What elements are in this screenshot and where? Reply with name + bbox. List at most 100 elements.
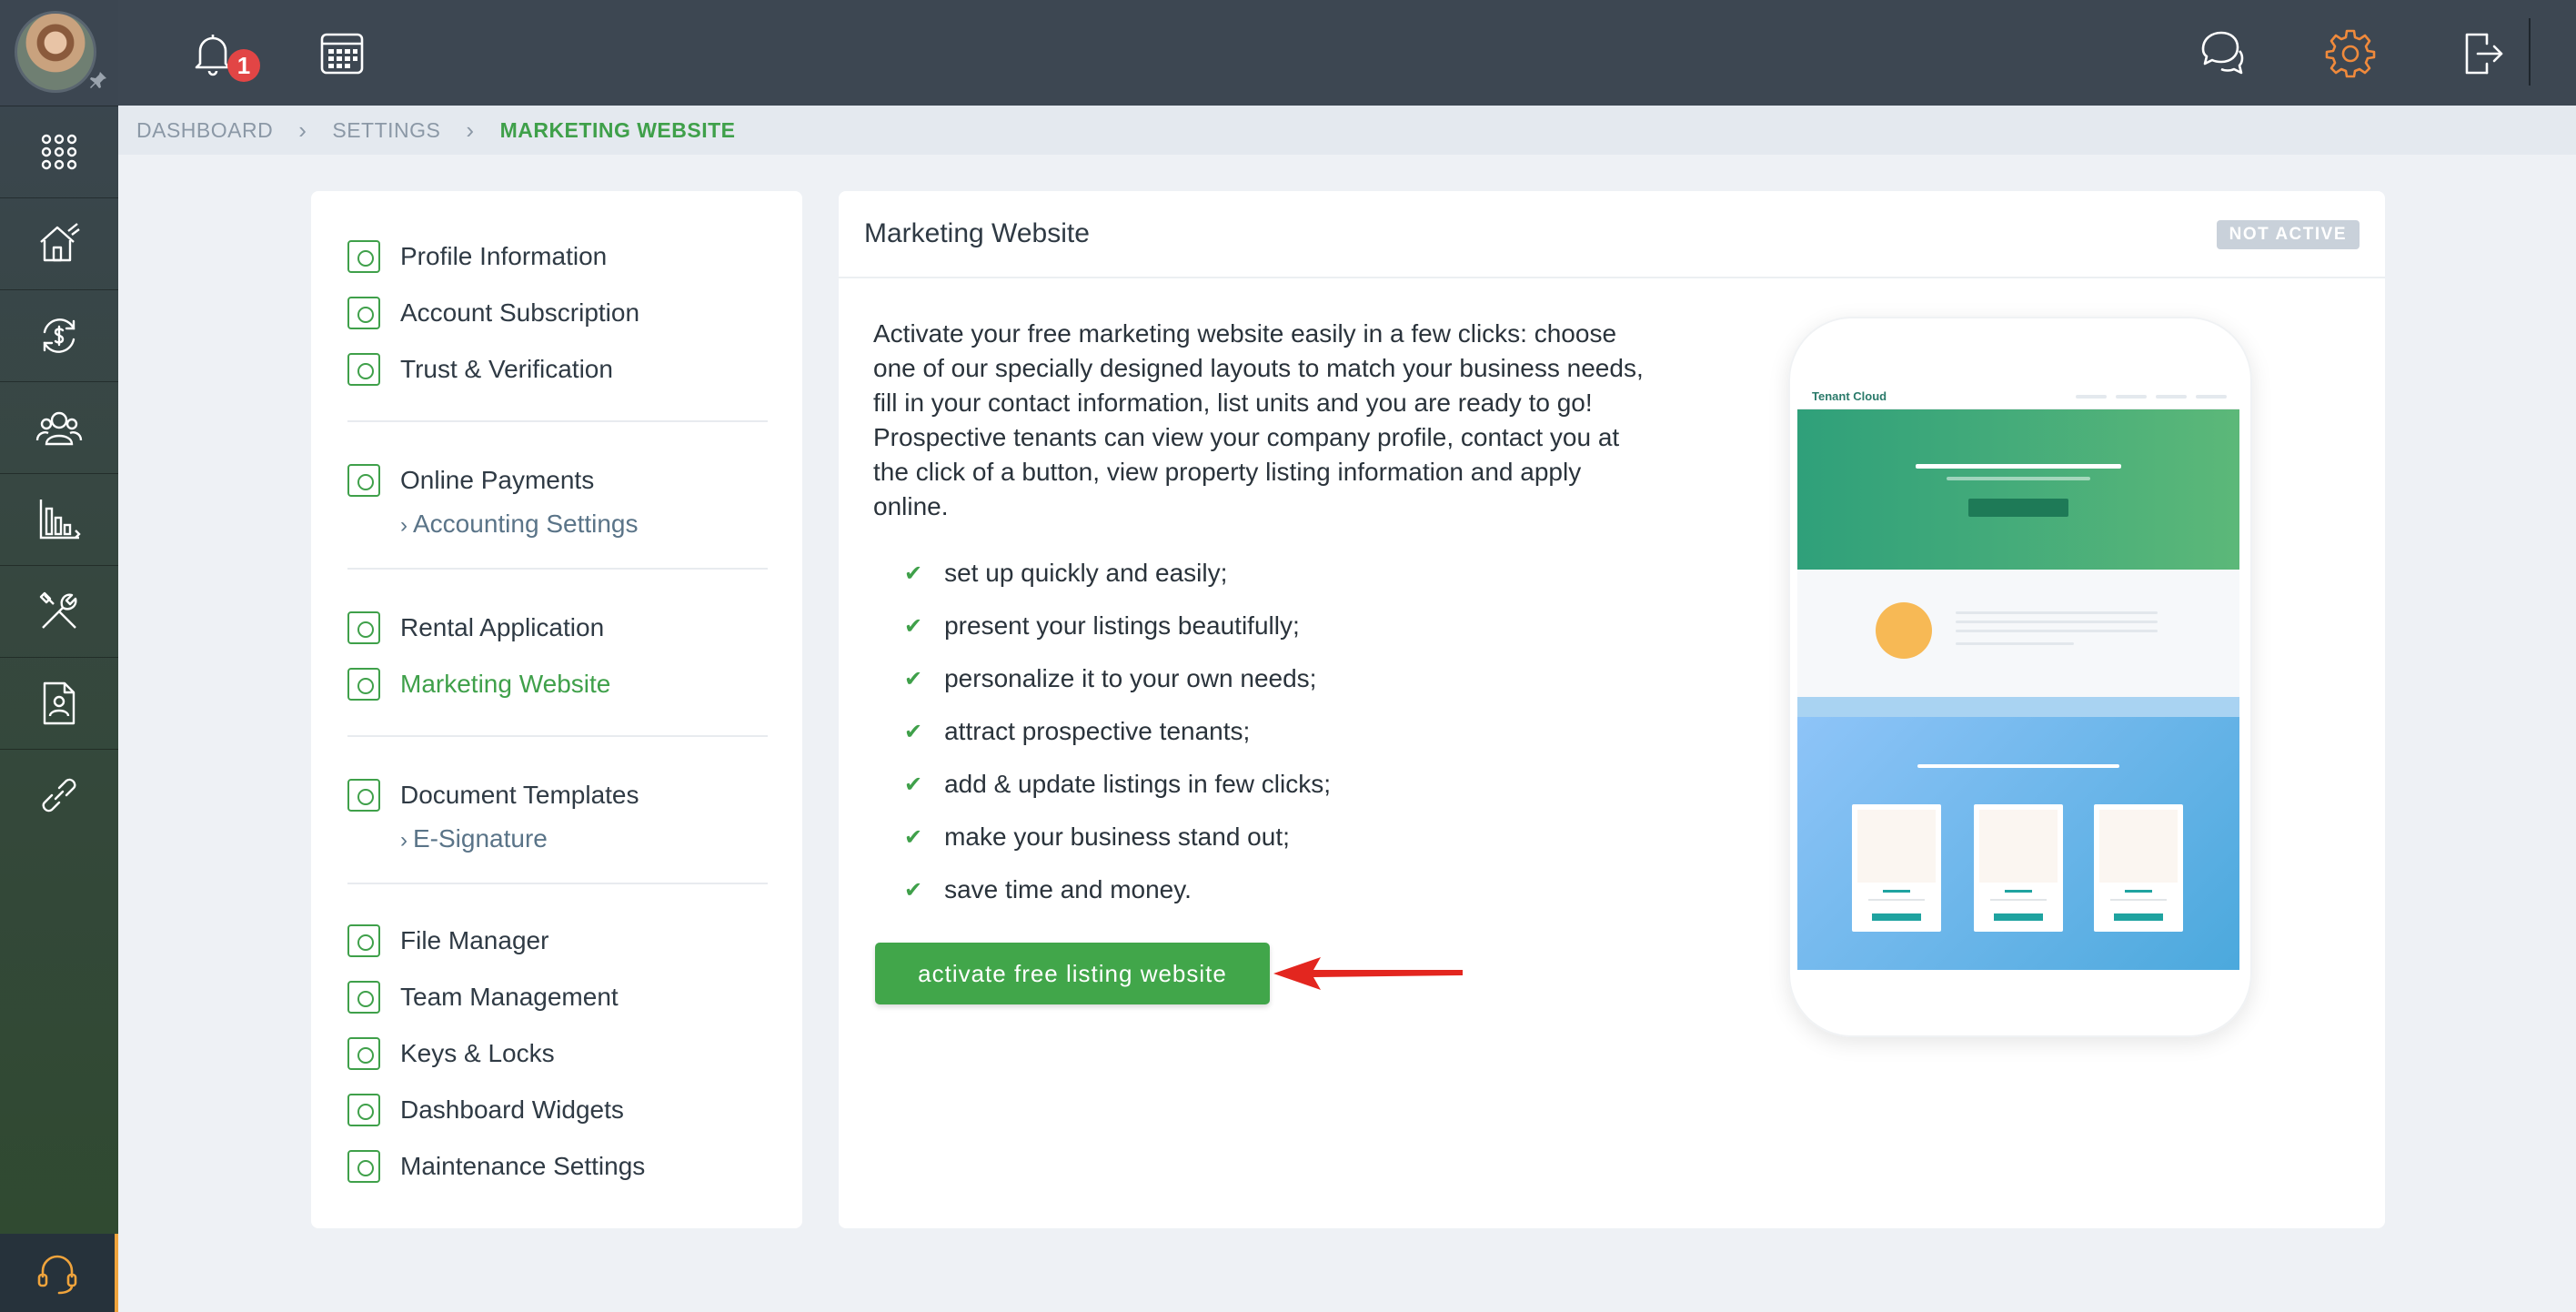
preview-listing-card — [2094, 804, 2183, 932]
left-rail — [0, 0, 118, 1312]
feature-item: ✔ personalize it to your own needs; — [904, 664, 1316, 693]
menu-item-account-subscription[interactable]: Account Subscription — [347, 293, 639, 333]
folder-icon — [347, 924, 380, 957]
feature-item: ✔ save time and money. — [904, 875, 1192, 904]
headset-icon — [37, 1255, 77, 1295]
website-preview-phone: Tenant Cloud — [1788, 317, 2252, 1037]
documents-icon[interactable] — [0, 657, 118, 749]
settings-menu: Profile Information Account Subscription… — [311, 191, 802, 1228]
menu-item-document-templates[interactable]: Document Templates — [347, 775, 639, 815]
chat-button[interactable] — [2194, 24, 2252, 82]
preview-navbar: Tenant Cloud — [1797, 382, 2239, 409]
topbar-divider — [2529, 18, 2531, 86]
maintenance-settings-icon — [347, 1150, 380, 1183]
document-icon — [347, 779, 380, 812]
profile-icon — [347, 240, 380, 273]
transactions-icon[interactable] — [0, 289, 118, 381]
menu-item-label: Account Subscription — [400, 298, 640, 327]
menu-item-team-management[interactable]: Team Management — [347, 977, 619, 1017]
menu-item-file-manager[interactable]: File Manager — [347, 921, 548, 961]
notifications-count-badge: 1 — [227, 49, 260, 82]
properties-icon[interactable] — [0, 197, 118, 289]
preview-listings — [1797, 717, 2239, 970]
check-icon: ✔ — [904, 877, 923, 903]
calendar-button[interactable] — [313, 24, 371, 82]
menu-item-label: Document Templates — [400, 781, 639, 809]
feature-text: make your business stand out; — [944, 823, 1290, 851]
menu-item-profile-information[interactable]: Profile Information — [347, 237, 607, 277]
breadcrumb: DASHBOARD › SETTINGS › MARKETING WEBSITE — [118, 106, 2576, 155]
menu-divider — [347, 735, 768, 737]
red-arrow-annotation — [1273, 957, 1463, 990]
activate-website-button[interactable]: activate free listing website — [875, 943, 1270, 1004]
contacts-icon[interactable] — [0, 381, 118, 473]
feature-item: ✔ make your business stand out; — [904, 823, 1290, 852]
support-button[interactable] — [0, 1234, 118, 1312]
menu-item-label: Keys & Locks — [400, 1039, 555, 1067]
apps-grid-icon[interactable] — [0, 106, 118, 197]
integrations-icon[interactable] — [0, 749, 118, 841]
menu-item-label: Profile Information — [400, 242, 608, 270]
breadcrumb-settings[interactable]: SETTINGS — [332, 118, 440, 143]
gear-icon — [2325, 29, 2376, 78]
menu-subitem-e-signature[interactable]: › E-Signature — [400, 824, 548, 853]
menu-subitem-label: Accounting Settings — [413, 510, 639, 538]
chevron-right-icon: › — [466, 116, 475, 144]
check-icon: ✔ — [904, 560, 923, 586]
check-icon: ✔ — [904, 719, 923, 744]
feature-text: present your listings beautifully; — [944, 611, 1300, 640]
panel-title: Marketing Website — [864, 218, 1090, 248]
avatar[interactable] — [15, 11, 96, 93]
menu-item-rental-application[interactable]: Rental Application — [347, 608, 604, 648]
preview-listing-card — [1852, 804, 1941, 932]
status-badge: NOT ACTIVE — [2216, 220, 2360, 249]
feature-text: save time and money. — [944, 875, 1192, 903]
reports-icon[interactable] — [0, 473, 118, 565]
menu-item-label: Maintenance Settings — [400, 1152, 646, 1180]
pin-icon[interactable] — [87, 69, 109, 91]
preview-hero — [1797, 409, 2239, 570]
chat-icon — [2201, 31, 2244, 75]
preview-about — [1797, 570, 2239, 697]
chevron-right-icon: › — [400, 828, 408, 853]
team-icon — [347, 981, 380, 1014]
menu-item-maintenance-settings[interactable]: Maintenance Settings — [347, 1146, 645, 1186]
menu-item-keys-locks[interactable]: Keys & Locks — [347, 1034, 555, 1074]
preview-avatar — [1876, 602, 1932, 659]
menu-item-marketing-website[interactable]: Marketing Website — [347, 664, 610, 704]
logout-button[interactable] — [2452, 24, 2511, 82]
feature-text: add & update listings in few clicks; — [944, 770, 1331, 798]
website-preview-screen: Tenant Cloud — [1797, 382, 2239, 970]
menu-subitem-accounting-settings[interactable]: › Accounting Settings — [400, 510, 639, 539]
menu-divider — [347, 883, 768, 884]
preview-listing-card — [1974, 804, 2063, 932]
menu-item-dashboard-widgets[interactable]: Dashboard Widgets — [347, 1090, 624, 1130]
widgets-icon — [347, 1094, 380, 1126]
menu-item-trust-verification[interactable]: Trust & Verification — [347, 349, 613, 389]
menu-item-label: Dashboard Widgets — [400, 1095, 624, 1124]
menu-item-label: Team Management — [400, 983, 619, 1011]
feature-item: ✔ set up quickly and easily; — [904, 559, 1227, 588]
cupcake-icon — [347, 297, 380, 329]
menu-item-online-payments[interactable]: Online Payments — [347, 460, 594, 500]
preview-band — [1797, 697, 2239, 717]
breadcrumb-dashboard[interactable]: DASHBOARD — [136, 118, 273, 143]
settings-button[interactable] — [2321, 24, 2380, 82]
key-icon — [347, 1037, 380, 1070]
chevron-right-icon: › — [298, 116, 307, 144]
chevron-right-icon: › — [400, 513, 408, 538]
application-icon — [347, 611, 380, 644]
calendar-icon — [320, 33, 364, 75]
maintenance-icon[interactable] — [0, 565, 118, 657]
preview-logo: Tenant Cloud — [1812, 389, 1887, 403]
top-bar: 1 — [118, 0, 2576, 106]
feature-item: ✔ add & update listings in few clicks; — [904, 770, 1331, 799]
intro-text: Activate your free marketing website eas… — [873, 319, 1644, 520]
check-icon: ✔ — [904, 772, 923, 797]
menu-divider — [347, 420, 768, 422]
menu-item-label: Online Payments — [400, 466, 595, 494]
check-icon: ✔ — [904, 666, 923, 691]
feature-item: ✔ attract prospective tenants; — [904, 717, 1250, 746]
verified-icon — [347, 353, 380, 386]
check-icon: ✔ — [904, 613, 923, 639]
